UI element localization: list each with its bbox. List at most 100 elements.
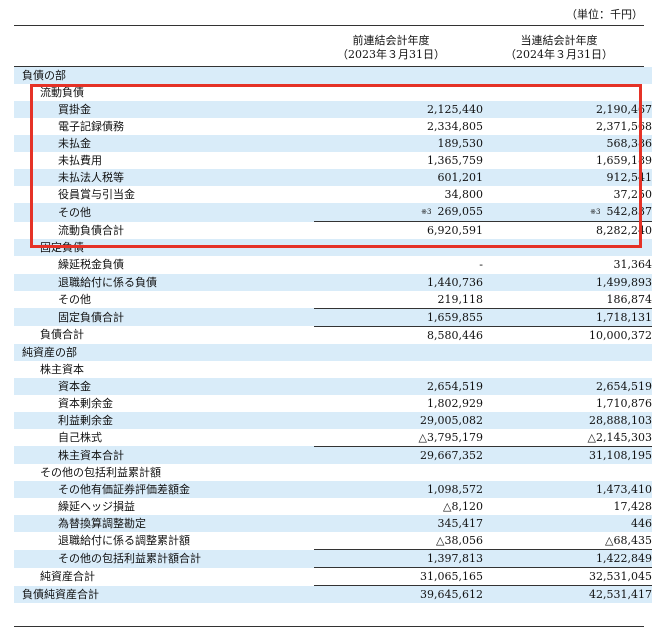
row-value-prev: 29,667,352	[314, 446, 483, 465]
row-value-prev: 31,065,165	[314, 567, 483, 587]
row-label: 繰延ヘッジ損益	[14, 498, 314, 516]
value-text: 1,397,813	[427, 552, 483, 566]
row-value-prev	[314, 464, 483, 482]
value-text: 1,440,736	[427, 275, 483, 289]
table-row: 役員賞与引当金 34,800 37,250	[14, 186, 653, 204]
table-row: 固定負債合計 1,659,855 1,718,131	[14, 308, 652, 327]
row-value-curr: △2,145,303	[483, 428, 652, 447]
note-marker: ※3	[590, 208, 601, 217]
value-text: 912,541	[606, 171, 653, 185]
row-label: 負債合計	[14, 326, 314, 344]
table-row: 資本剰余金 1,802,929 1,710,876	[14, 394, 652, 412]
row-label: 負債の部	[14, 67, 314, 85]
row-value-prev: △8,120	[314, 498, 483, 516]
balance-sheet-table: 負債の部 流動負債 買掛金 2,125,440 2,190,467 電子記録債務 2,334…	[14, 67, 653, 604]
value-text: 17,428	[613, 500, 653, 514]
row-label: 未払金	[14, 135, 314, 153]
row-label: 純資産の部	[14, 343, 314, 361]
row-value-curr: 1,710,876	[483, 394, 652, 412]
row-label: その他の包括利益累計額	[14, 464, 314, 482]
row-value-curr: 2,654,519	[483, 377, 652, 395]
row-value-prev: 39,645,612	[314, 585, 483, 604]
column-header-prev-line2: （2023年３月31日）	[337, 48, 445, 61]
row-label: 退職給付に係る負債	[14, 273, 314, 291]
row-value-curr	[483, 360, 652, 378]
row-value-prev	[314, 67, 483, 85]
row-label: 役員賞与引当金	[14, 186, 314, 204]
row-label: 流動負債合計	[14, 221, 314, 240]
row-value-curr	[483, 464, 652, 482]
table-row: 繰延ヘッジ損益 △8,120 17,428	[14, 498, 653, 516]
row-label: 電子記録債務	[14, 118, 314, 136]
row-label: 買掛金	[14, 101, 314, 119]
value-text: 1,718,131	[596, 310, 652, 324]
value-text: 2,654,519	[427, 379, 483, 393]
row-value-prev: 1,397,813	[314, 549, 483, 569]
value-text: 542,837	[606, 205, 653, 219]
value-text: 568,386	[606, 137, 653, 151]
value-text: 34,800	[444, 188, 484, 202]
row-label: 自己株式	[14, 428, 314, 447]
table-row: その他の包括利益累計額合計 1,397,813 1,422,849	[14, 549, 652, 569]
value-text: 1,659,189	[596, 154, 652, 168]
row-value-curr	[483, 84, 652, 102]
row-value-prev: 29,005,082	[314, 411, 483, 429]
column-header-curr-line1: 当連結会計年度	[520, 34, 598, 47]
value-text: 269,055	[437, 205, 484, 219]
row-label: その他の包括利益累計額合計	[14, 549, 314, 568]
column-header-curr-line2: （2024年３月31日）	[505, 48, 613, 61]
row-value-curr: 912,541	[483, 169, 653, 187]
header-top-rule	[14, 25, 644, 26]
value-text: 29,667,352	[420, 449, 483, 462]
row-value-prev: △3,795,179	[314, 428, 483, 447]
table-row: 資本金 2,654,519 2,654,519	[14, 377, 652, 395]
value-text: 2,125,440	[427, 103, 483, 117]
row-label: 未払費用	[14, 152, 314, 170]
value-text: 10,000,372	[589, 328, 652, 342]
table-row: 電子記録債務 2,334,805 2,371,568	[14, 118, 652, 136]
row-label: 負債純資産合計	[14, 585, 314, 604]
row-value-prev: 189,530	[314, 135, 483, 153]
row-label: 固定負債合計	[14, 308, 314, 327]
value-text: 28,888,103	[589, 413, 652, 427]
row-value-curr: 446	[483, 515, 652, 533]
value-text: 42,531,417	[589, 588, 652, 602]
note-marker: ※3	[421, 208, 432, 217]
value-text: 1,710,876	[596, 396, 652, 410]
row-value-curr: 1,422,849	[483, 549, 652, 569]
row-value-curr: 1,659,189	[483, 152, 652, 170]
table-row: その他の包括利益累計額	[14, 464, 652, 482]
value-text: 345,417	[437, 517, 484, 531]
row-value-prev: 1,098,572	[314, 481, 483, 499]
row-value-curr: 10,000,372	[483, 326, 652, 344]
value-text: 8,580,446	[427, 328, 483, 342]
row-value-prev: 601,201	[314, 169, 483, 187]
row-value-curr	[483, 239, 652, 257]
value-text: 31,364	[613, 258, 653, 272]
row-value-prev: 2,125,440	[314, 101, 483, 119]
unit-label: （単位：千円）	[566, 8, 643, 21]
table-bottom-rule	[14, 626, 644, 627]
row-value-prev	[314, 84, 483, 102]
row-value-prev: 345,417	[314, 515, 484, 533]
column-header-prev: 前連結会計年度 （2023年３月31日）	[306, 34, 476, 62]
value-text: △2,145,303	[587, 430, 652, 444]
value-text: △3,795,179	[418, 430, 483, 444]
row-label: 資本剰余金	[14, 394, 314, 412]
row-label: 純資産合計	[14, 567, 314, 586]
row-value-prev: 1,659,855	[314, 308, 483, 327]
row-value-curr: 568,386	[483, 135, 653, 153]
row-value-prev: 1,440,736	[314, 273, 483, 291]
table-row: 固定負債	[14, 239, 652, 257]
value-text: 6,920,591	[427, 224, 483, 238]
table-row: 株主資本	[14, 360, 652, 378]
row-value-curr: 186,874	[483, 290, 652, 309]
value-text: 37,250	[613, 188, 653, 202]
table-row: その他 219,118 186,874	[14, 290, 652, 309]
value-text: 1,098,572	[427, 483, 483, 497]
value-text: 2,371,568	[596, 120, 652, 134]
row-value-prev: 1,802,929	[314, 394, 483, 412]
row-label: 流動負債	[14, 84, 314, 102]
table-row: その他 ※3 269,055 ※3 542,837	[14, 203, 653, 223]
value-text: 1,499,893	[596, 275, 652, 289]
